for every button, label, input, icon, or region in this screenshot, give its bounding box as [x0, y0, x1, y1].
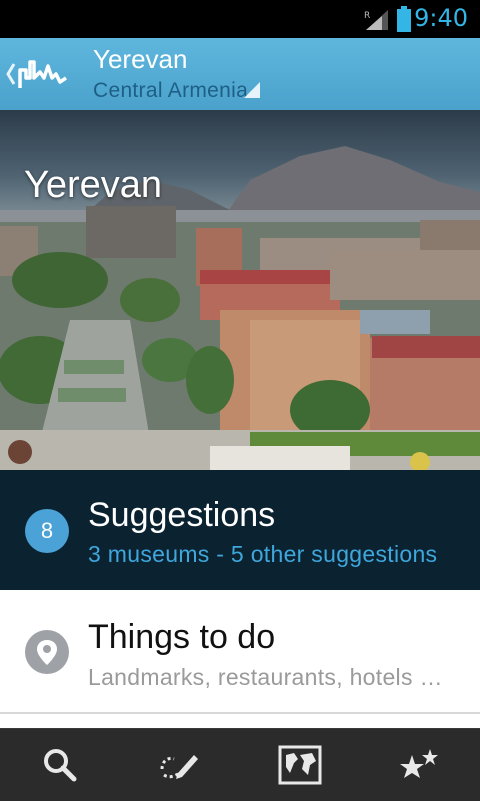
favorite-stars-icon — [400, 749, 438, 778]
region-spinner[interactable]: Central Armenia — [93, 79, 248, 103]
suggestions-title: Suggestions — [88, 496, 276, 534]
status-bar: R 9:40 — [0, 0, 480, 38]
suggestions-item[interactable]: 8 Suggestions 3 museums - 5 other sugges… — [0, 470, 480, 590]
world-map-button[interactable] — [240, 729, 360, 801]
hero-title: Yerevan — [24, 164, 163, 206]
world-map-icon — [278, 745, 322, 785]
trip-planner-button[interactable] — [120, 729, 240, 801]
suggestions-count-badge: 8 — [25, 509, 69, 553]
things-to-do-subtitle: Landmarks, restaurants, hotels … — [88, 664, 443, 690]
things-to-do-item[interactable]: Things to do Landmarks, restaurants, hot… — [0, 590, 480, 714]
favorites-button[interactable] — [360, 729, 480, 801]
spinner-triangle-icon — [244, 82, 260, 98]
city-skyline-icon — [18, 60, 67, 88]
search-icon — [44, 749, 77, 782]
home-up-button[interactable] — [4, 48, 74, 100]
back-chevron-icon — [6, 63, 16, 85]
map-pin-icon — [25, 630, 69, 674]
things-to-do-title: Things to do — [88, 618, 276, 656]
battery-icon — [397, 6, 411, 32]
hero-image[interactable]: Yerevan — [0, 110, 480, 470]
trip-pen-icon — [160, 755, 198, 779]
signal-icon: R — [364, 10, 388, 30]
action-bar: Yerevan Central Armenia — [0, 38, 480, 111]
location-title: Yerevan — [93, 44, 188, 74]
status-time: 9:40 — [414, 4, 468, 32]
suggestions-subtitle: 3 museums - 5 other suggestions — [88, 541, 438, 567]
bottom-toolbar — [0, 728, 480, 801]
search-button[interactable] — [0, 729, 120, 801]
roaming-indicator: R — [364, 11, 370, 21]
